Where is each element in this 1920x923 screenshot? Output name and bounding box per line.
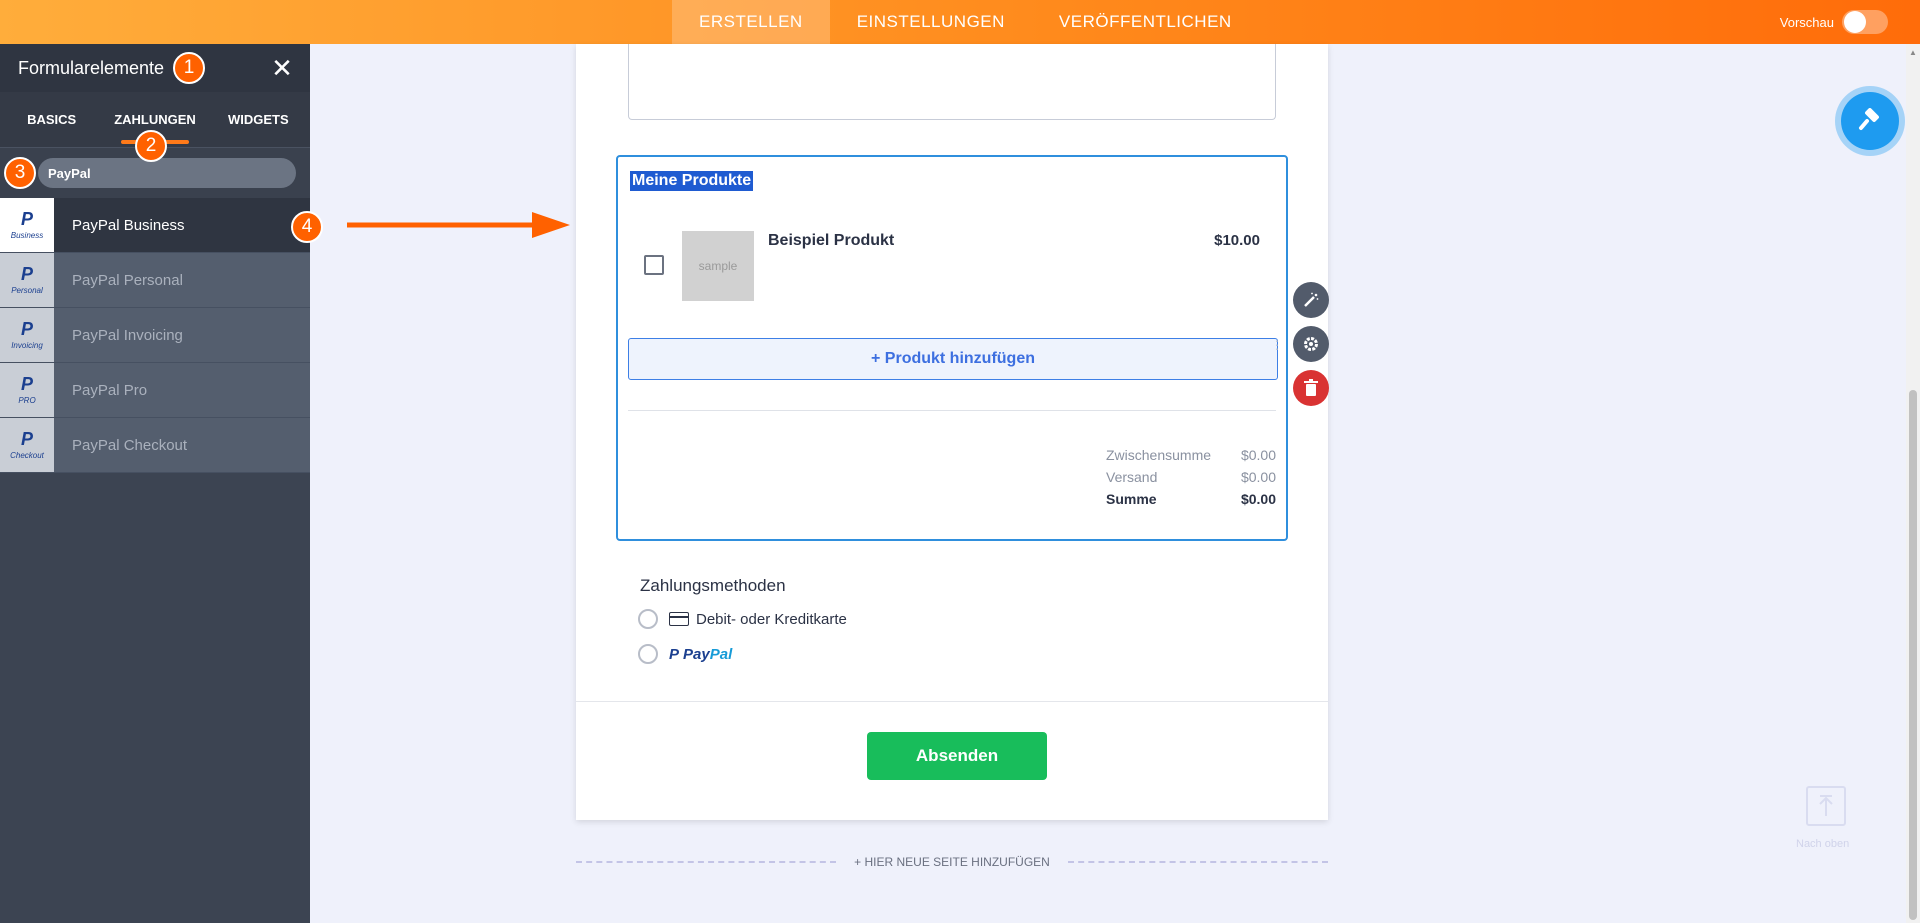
sidebar-item-label: PayPal Checkout bbox=[72, 436, 188, 454]
divider bbox=[628, 410, 1276, 411]
sidebar-item-paypal-pro[interactable]: P PRO PayPal Pro bbox=[0, 363, 310, 418]
toggle-knob bbox=[1844, 11, 1866, 33]
paypal-logo-icon: P Checkout bbox=[0, 418, 54, 472]
element-tools bbox=[1293, 282, 1329, 406]
shipping-row: Versand $0.00 bbox=[1106, 466, 1276, 488]
product-image-placeholder: sample bbox=[682, 231, 754, 301]
top-nav: ERSTELLEN EINSTELLUNGEN VERÖFFENTLICHEN bbox=[672, 0, 1259, 44]
paypal-logo-icon: P PRO bbox=[0, 363, 54, 417]
paypal-logo-letter: P bbox=[20, 209, 33, 229]
paypal-logo-pal: Pal bbox=[709, 645, 733, 663]
payment-option-card[interactable]: Debit- oder Kreditkarte bbox=[638, 609, 847, 629]
payment-elements-list: P Business PayPal Business P Personal PayP… bbox=[0, 198, 310, 473]
paypal-logo-icon: P Invoicing bbox=[0, 308, 54, 362]
drag-handle-icon[interactable]: ⋮ bbox=[1271, 338, 1283, 352]
arrow-up-icon bbox=[1819, 795, 1833, 816]
add-page-bar: + HIER NEUE SEITE HINZUFÜGEN bbox=[576, 852, 1329, 872]
preview-control: Vorschau bbox=[1780, 0, 1888, 44]
sidebar-item-paypal-personal[interactable]: P Personal PayPal Personal bbox=[0, 253, 310, 308]
dashed-line bbox=[1067, 861, 1329, 863]
subtotal-label: Zwischensumme bbox=[1106, 447, 1212, 463]
textarea-field[interactable] bbox=[628, 44, 1276, 120]
shipping-label: Versand bbox=[1106, 469, 1158, 485]
add-product-button[interactable]: + Produkt hinzufügen bbox=[628, 338, 1278, 380]
step-badge-1: 1 bbox=[173, 52, 205, 84]
totals-summary: Zwischensumme $0.00 Versand $0.00 Summe $0.… bbox=[1106, 444, 1276, 510]
sidebar-item-paypal-checkout[interactable]: P Checkout PayPal Checkout bbox=[0, 418, 310, 473]
paypal-logo-icon: P Personal bbox=[0, 253, 54, 307]
form-elements-sidebar: Formularelemente ✕ BASICS ZAHLUNGEN WIDG… bbox=[0, 44, 310, 923]
thumb-caption: Personal bbox=[11, 286, 43, 295]
product-checkbox[interactable] bbox=[644, 255, 664, 275]
submit-button[interactable]: Absenden bbox=[867, 732, 1047, 780]
pointer-arrow-icon bbox=[347, 212, 570, 238]
paypal-logo-p: P bbox=[669, 645, 680, 663]
subtotal-value: $0.00 bbox=[1240, 447, 1276, 463]
tab-einstellungen[interactable]: EINSTELLUNGEN bbox=[830, 0, 1032, 44]
paypal-logo-icon: P PayPal bbox=[669, 646, 732, 663]
paypal-logo-letter: P bbox=[20, 319, 33, 339]
radio-button[interactable] bbox=[638, 609, 658, 629]
preview-label: Vorschau bbox=[1779, 14, 1834, 30]
sidebar-title: Formularelemente bbox=[18, 57, 165, 78]
payment-option-paypal[interactable]: P PayPal bbox=[638, 644, 732, 664]
back-to-top-button[interactable] bbox=[1806, 786, 1846, 826]
preview-toggle[interactable] bbox=[1842, 10, 1888, 34]
sidebar-header: Formularelemente ✕ bbox=[0, 44, 310, 92]
subtotal-row: Zwischensumme $0.00 bbox=[1106, 444, 1276, 466]
thumb-caption: Invoicing bbox=[11, 341, 43, 350]
thumb-caption: Checkout bbox=[10, 451, 44, 460]
shipping-value: $0.00 bbox=[1240, 469, 1276, 485]
close-icon[interactable]: ✕ bbox=[268, 54, 296, 82]
paypal-logo-pay: Pay bbox=[683, 645, 710, 663]
total-row: Summe $0.00 bbox=[1106, 488, 1276, 510]
total-label: Summe bbox=[1106, 491, 1157, 507]
page-scrollbar[interactable]: ▲ bbox=[1906, 44, 1920, 923]
magic-wand-icon[interactable] bbox=[1293, 282, 1329, 318]
paypal-logo-icon: P Business bbox=[0, 198, 54, 252]
product-name: Beispiel Produkt bbox=[768, 232, 895, 249]
sidebar-item-paypal-business[interactable]: P Business PayPal Business bbox=[0, 198, 310, 253]
total-value: $0.00 bbox=[1240, 491, 1276, 507]
thumb-caption: PRO bbox=[18, 396, 36, 405]
thumb-caption: Business bbox=[10, 231, 44, 240]
paypal-logo-letter: P bbox=[20, 264, 33, 284]
tab-basics[interactable]: BASICS bbox=[0, 92, 103, 147]
trash-icon[interactable] bbox=[1293, 370, 1329, 406]
paypal-logo-letter: P bbox=[20, 429, 33, 449]
sidebar-item-paypal-invoicing[interactable]: P Invoicing PayPal Invoicing bbox=[0, 308, 310, 363]
paypal-logo-letter: P bbox=[20, 374, 33, 394]
sidebar-item-label: PayPal Personal bbox=[72, 271, 183, 289]
dashed-line bbox=[576, 861, 837, 863]
back-to-top-label: Nach oben bbox=[1796, 838, 1850, 850]
sidebar-item-label: PayPal Invoicing bbox=[72, 326, 183, 344]
form-designer-button[interactable] bbox=[1841, 92, 1899, 150]
paint-roller-icon bbox=[1859, 108, 1879, 130]
divider bbox=[576, 701, 1328, 702]
step-badge-2: 2 bbox=[135, 130, 167, 162]
top-bar: ERSTELLEN EINSTELLUNGEN VERÖFFENTLICHEN … bbox=[0, 0, 1920, 44]
tab-widgets[interactable]: WIDGETS bbox=[207, 92, 310, 147]
product-price: $10.00 bbox=[1214, 232, 1260, 249]
payment-option-card-label: Debit- oder Kreditkarte bbox=[696, 610, 847, 628]
search-input[interactable] bbox=[38, 158, 296, 188]
step-badge-4: 4 bbox=[291, 211, 323, 243]
payment-methods-title: Zahlungsmethoden bbox=[640, 576, 786, 595]
sidebar-item-label: PayPal Pro bbox=[72, 381, 148, 399]
form-card: Meine Produkte sample Beispiel Produkt $… bbox=[576, 44, 1328, 820]
tab-veroeffentlichen[interactable]: VERÖFFENTLICHEN bbox=[1032, 0, 1259, 44]
add-page-button[interactable]: + HIER NEUE SEITE HINZUFÜGEN bbox=[836, 855, 1068, 869]
radio-button[interactable] bbox=[638, 644, 658, 664]
scroll-up-icon[interactable]: ▲ bbox=[1909, 48, 1917, 57]
gear-icon[interactable] bbox=[1293, 326, 1329, 362]
step-badge-3: 3 bbox=[4, 157, 36, 189]
sidebar-item-label: PayPal Business bbox=[72, 216, 185, 234]
product-list-element[interactable]: Meine Produkte sample Beispiel Produkt $… bbox=[616, 155, 1288, 541]
product-block-title[interactable]: Meine Produkte bbox=[630, 171, 754, 191]
scrollbar-thumb[interactable] bbox=[1909, 390, 1917, 920]
tab-erstellen[interactable]: ERSTELLEN bbox=[672, 0, 830, 44]
credit-card-icon bbox=[669, 612, 689, 626]
